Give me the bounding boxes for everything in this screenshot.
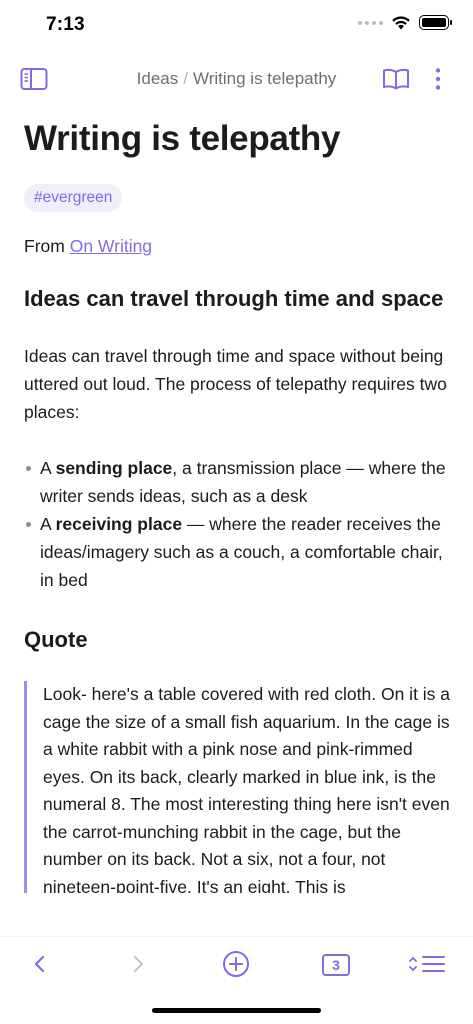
- status-time: 7:13: [46, 14, 85, 35]
- quote-heading: Quote: [24, 627, 88, 652]
- from-link[interactable]: On Writing: [70, 236, 152, 256]
- plus-circle-icon[interactable]: [222, 950, 250, 978]
- tag-chip[interactable]: #evergreen: [24, 184, 123, 212]
- breadcrumb-current: Writing is telepathy: [193, 69, 337, 88]
- note-title[interactable]: Writing is telepathy: [24, 118, 452, 160]
- from-line: From On Writing: [24, 236, 452, 257]
- section-heading: Ideas can travel through time and space: [24, 286, 444, 311]
- more-vertical-icon[interactable]: [430, 67, 446, 91]
- status-icons: [358, 15, 452, 30]
- from-label: From: [24, 236, 65, 256]
- outline-icon[interactable]: [408, 953, 446, 975]
- blockquote: Look- here's a table covered with red cl…: [24, 681, 452, 893]
- bullet-item: A receiving place — where the reader rec…: [24, 510, 452, 594]
- signal-dots-icon: [358, 20, 383, 25]
- wifi-icon: [392, 16, 410, 30]
- paragraph: Ideas can travel through time and space …: [24, 346, 447, 422]
- tab-count-button[interactable]: 3: [322, 954, 350, 976]
- chevron-left-icon[interactable]: [30, 953, 50, 975]
- note-content: Writing is telepathy #evergreen From On …: [24, 118, 452, 893]
- book-icon[interactable]: [382, 67, 410, 91]
- navigation-bar: Ideas / Writing is telepathy: [0, 58, 473, 102]
- bullet-item: A sending place, a transmission place — …: [24, 454, 452, 510]
- bullet-bold-text: receiving place: [55, 514, 183, 534]
- bullet-dot-icon: [26, 466, 31, 471]
- home-indicator: [152, 1008, 321, 1013]
- status-bar: 7:13: [0, 0, 473, 52]
- chevron-right-icon[interactable]: [128, 953, 148, 975]
- breadcrumb-separator: /: [183, 69, 188, 88]
- breadcrumb-parent[interactable]: Ideas: [137, 69, 179, 88]
- bullet-list: A sending place, a transmission place — …: [24, 454, 452, 594]
- battery-icon: [419, 15, 452, 30]
- bullet-dot-icon: [26, 522, 31, 527]
- bullet-bold-text: sending place: [55, 458, 173, 478]
